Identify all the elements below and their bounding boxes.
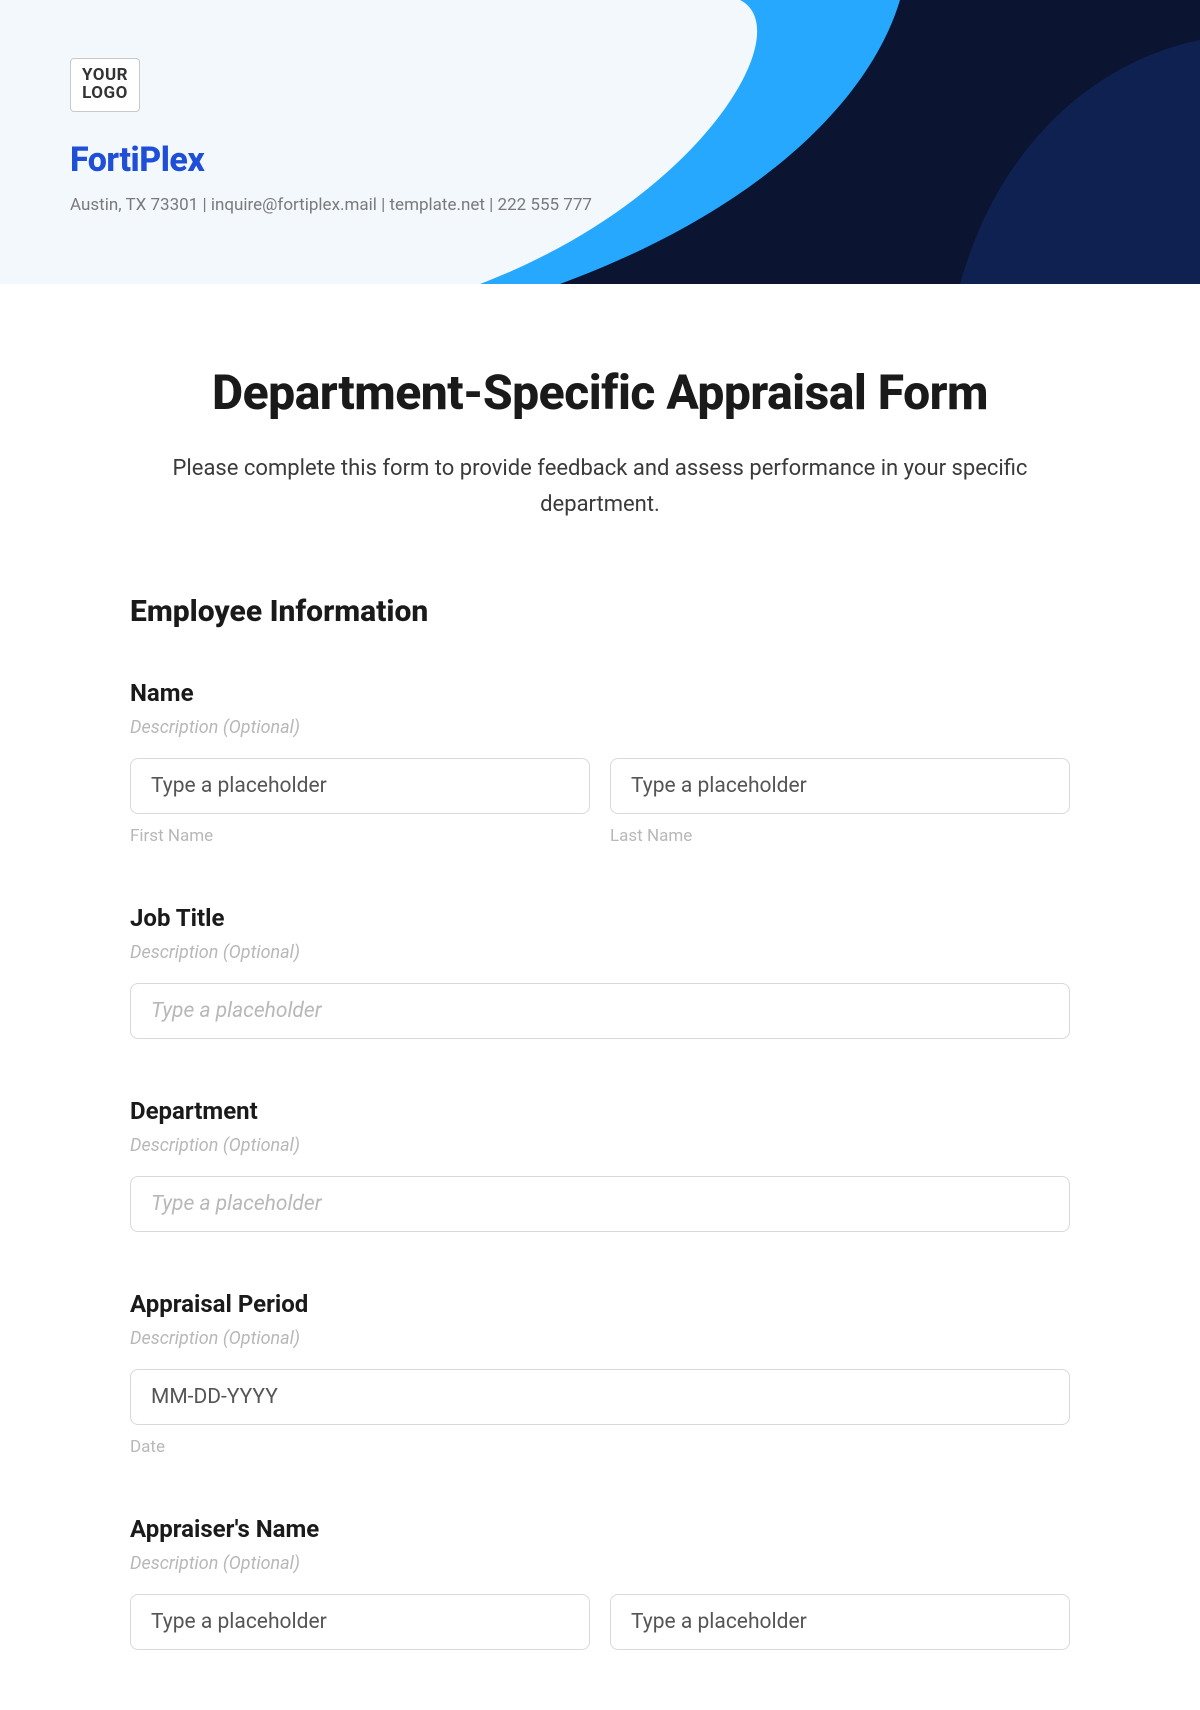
field-label-appraiser: Appraiser's Name bbox=[130, 1515, 1070, 1543]
form-intro: Please complete this form to provide fee… bbox=[160, 451, 1040, 524]
field-label-name: Name bbox=[130, 679, 1070, 707]
field-label-appraisal-period: Appraisal Period bbox=[130, 1290, 1070, 1318]
field-name: Name Description (Optional) First Name L… bbox=[130, 679, 1070, 846]
field-label-department: Department bbox=[130, 1097, 1070, 1125]
header-banner: YOUR LOGO FortiPlex Austin, TX 73301 | i… bbox=[0, 0, 1200, 284]
appraisal-period-caption: Date bbox=[130, 1437, 1070, 1457]
field-desc-appraiser: Description (Optional) bbox=[130, 1553, 1070, 1574]
first-name-input[interactable] bbox=[130, 758, 590, 814]
field-label-job-title: Job Title bbox=[130, 904, 1070, 932]
field-appraiser: Appraiser's Name Description (Optional) bbox=[130, 1515, 1070, 1650]
section-employee-info: Employee Information bbox=[130, 594, 1070, 629]
department-input[interactable] bbox=[130, 1176, 1070, 1232]
document-page: YOUR LOGO FortiPlex Austin, TX 73301 | i… bbox=[0, 0, 1200, 1710]
field-appraisal-period: Appraisal Period Description (Optional) … bbox=[130, 1290, 1070, 1457]
last-name-caption: Last Name bbox=[610, 826, 1070, 846]
field-desc-name: Description (Optional) bbox=[130, 717, 1070, 738]
field-desc-job-title: Description (Optional) bbox=[130, 942, 1070, 963]
first-name-caption: First Name bbox=[130, 826, 590, 846]
field-department: Department Description (Optional) bbox=[130, 1097, 1070, 1232]
logo-placeholder: YOUR LOGO bbox=[70, 58, 140, 112]
banner-art bbox=[440, 0, 1200, 284]
brand-name: FortiPlex bbox=[70, 140, 204, 180]
appraiser-first-name-input[interactable] bbox=[130, 1594, 590, 1650]
field-job-title: Job Title Description (Optional) bbox=[130, 904, 1070, 1039]
last-name-input[interactable] bbox=[610, 758, 1070, 814]
form-title: Department-Specific Appraisal Form bbox=[130, 364, 1070, 421]
job-title-input[interactable] bbox=[130, 983, 1070, 1039]
contact-line: Austin, TX 73301 | inquire@fortiplex.mai… bbox=[70, 195, 592, 215]
form-body: Department-Specific Appraisal Form Pleas… bbox=[0, 284, 1200, 1710]
field-desc-department: Description (Optional) bbox=[130, 1135, 1070, 1156]
appraisal-period-input[interactable] bbox=[130, 1369, 1070, 1425]
field-desc-appraisal-period: Description (Optional) bbox=[130, 1328, 1070, 1349]
appraiser-last-name-input[interactable] bbox=[610, 1594, 1070, 1650]
